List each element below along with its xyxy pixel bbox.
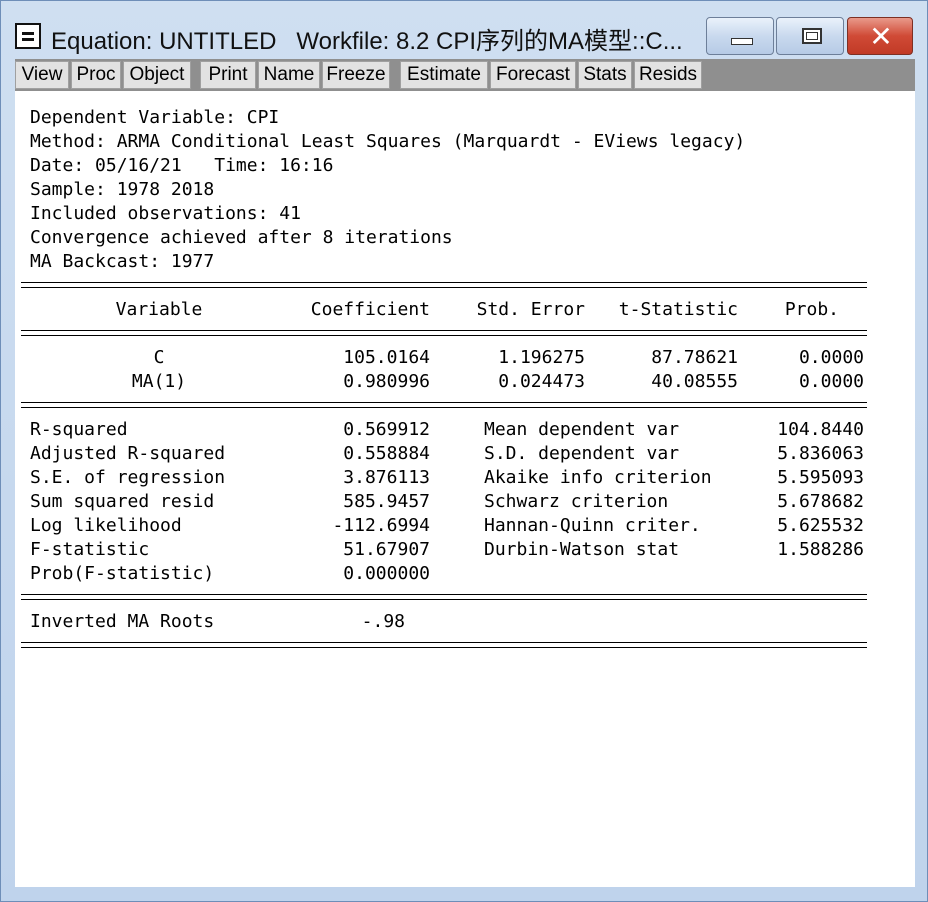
estimation-output[interactable]: Dependent Variable: CPI Method: ARMA Con… bbox=[15, 91, 915, 887]
stat-value: 5.595093 bbox=[777, 467, 864, 488]
maximize-button[interactable] bbox=[776, 17, 844, 55]
col-header-t-statistic: t-Statistic bbox=[618, 299, 738, 320]
print-button[interactable]: Print bbox=[200, 61, 256, 89]
equation-window: Equation: UNTITLED Workfile: 8.2 CPI序列的M… bbox=[0, 0, 928, 902]
inverted-ma-roots-value: -.98 bbox=[361, 611, 405, 632]
stat-value: 1.588286 bbox=[777, 539, 864, 560]
table-rule bbox=[21, 642, 867, 643]
stat-label: Akaike info criterion bbox=[484, 467, 712, 488]
object-button[interactable]: Object bbox=[123, 61, 191, 89]
stat-label: R-squared bbox=[30, 419, 128, 440]
inverted-ma-roots-label: Inverted MA Roots bbox=[30, 611, 215, 632]
resids-button[interactable]: Resids bbox=[634, 61, 702, 89]
prob-value: 0.0000 bbox=[798, 347, 864, 368]
std-error-value: 0.024473 bbox=[498, 371, 585, 392]
coefficient-value: 0.980996 bbox=[343, 371, 430, 392]
observations-line: Included observations: 41 bbox=[30, 203, 301, 224]
stat-value: 3.876113 bbox=[343, 467, 430, 488]
convergence-line: Convergence achieved after 8 iterations bbox=[30, 227, 453, 248]
table-rule bbox=[21, 282, 867, 283]
name-button[interactable]: Name bbox=[258, 61, 320, 89]
view-button[interactable]: View bbox=[15, 61, 69, 89]
table-rule bbox=[21, 599, 867, 600]
stat-value: 51.67907 bbox=[343, 539, 430, 560]
proc-button[interactable]: Proc bbox=[71, 61, 121, 89]
table-rule bbox=[21, 594, 867, 595]
stat-value: 0.569912 bbox=[343, 419, 430, 440]
prob-value: 0.0000 bbox=[798, 371, 864, 392]
stat-value: 104.8440 bbox=[777, 419, 864, 440]
maximize-icon bbox=[802, 28, 822, 44]
minimize-button[interactable] bbox=[706, 17, 774, 55]
freeze-button[interactable]: Freeze bbox=[322, 61, 390, 89]
window-title: Equation: UNTITLED Workfile: 8.2 CPI序列的M… bbox=[51, 28, 683, 55]
equation-app-icon[interactable] bbox=[15, 23, 41, 49]
table-rule bbox=[21, 402, 867, 403]
t-statistic-value: 87.78621 bbox=[651, 347, 738, 368]
dependent-variable-line: Dependent Variable: CPI bbox=[30, 107, 280, 128]
table-rule bbox=[21, 287, 867, 288]
table-rule bbox=[21, 335, 867, 336]
minimize-icon bbox=[731, 38, 753, 45]
stat-label: Hannan-Quinn criter. bbox=[484, 515, 701, 536]
stat-label: Sum squared resid bbox=[30, 491, 215, 512]
equation-toolbar: View Proc Object Print Name Freeze Estim… bbox=[15, 59, 915, 91]
table-rule bbox=[21, 647, 867, 648]
stat-value: 5.625532 bbox=[777, 515, 864, 536]
sample-line: Sample: 1978 2018 bbox=[30, 179, 215, 200]
coefficient-value: 105.0164 bbox=[343, 347, 430, 368]
date-time-line: Date: 05/16/21 Time: 16:16 bbox=[30, 155, 334, 176]
title-bar[interactable]: Equation: UNTITLED Workfile: 8.2 CPI序列的M… bbox=[1, 1, 927, 57]
col-header-prob: Prob. bbox=[784, 299, 839, 320]
table-rule bbox=[21, 330, 867, 331]
table-rule bbox=[21, 407, 867, 408]
stat-label: Mean dependent var bbox=[484, 419, 680, 440]
stat-label: Durbin-Watson stat bbox=[484, 539, 680, 560]
stat-label: Prob(F-statistic) bbox=[30, 563, 215, 584]
stat-value: 585.9457 bbox=[343, 491, 430, 512]
stat-value: -112.6994 bbox=[332, 515, 430, 536]
forecast-button[interactable]: Forecast bbox=[490, 61, 576, 89]
stat-label: Schwarz criterion bbox=[484, 491, 669, 512]
close-icon: ✕ bbox=[869, 20, 893, 53]
method-line: Method: ARMA Conditional Least Squares (… bbox=[30, 131, 746, 152]
col-header-coefficient: Coefficient bbox=[310, 299, 430, 320]
stat-label: S.E. of regression bbox=[30, 467, 226, 488]
std-error-value: 1.196275 bbox=[498, 347, 585, 368]
ma-backcast-line: MA Backcast: 1977 bbox=[30, 251, 215, 272]
stat-label: Log likelihood bbox=[30, 515, 182, 536]
estimate-button[interactable]: Estimate bbox=[400, 61, 488, 89]
stat-value: 0.000000 bbox=[343, 563, 430, 584]
stat-label: Adjusted R-squared bbox=[30, 443, 226, 464]
variable-name: C bbox=[153, 347, 165, 368]
stat-value: 5.836063 bbox=[777, 443, 864, 464]
close-button[interactable]: ✕ bbox=[847, 17, 913, 55]
variable-name: MA(1) bbox=[131, 371, 187, 392]
stat-value: 0.558884 bbox=[343, 443, 430, 464]
col-header-variable: Variable bbox=[115, 299, 203, 320]
col-header-std-error: Std. Error bbox=[476, 299, 585, 320]
stat-label: F-statistic bbox=[30, 539, 150, 560]
t-statistic-value: 40.08555 bbox=[651, 371, 738, 392]
stat-label: S.D. dependent var bbox=[484, 443, 680, 464]
stat-value: 5.678682 bbox=[777, 491, 864, 512]
stats-button[interactable]: Stats bbox=[578, 61, 632, 89]
